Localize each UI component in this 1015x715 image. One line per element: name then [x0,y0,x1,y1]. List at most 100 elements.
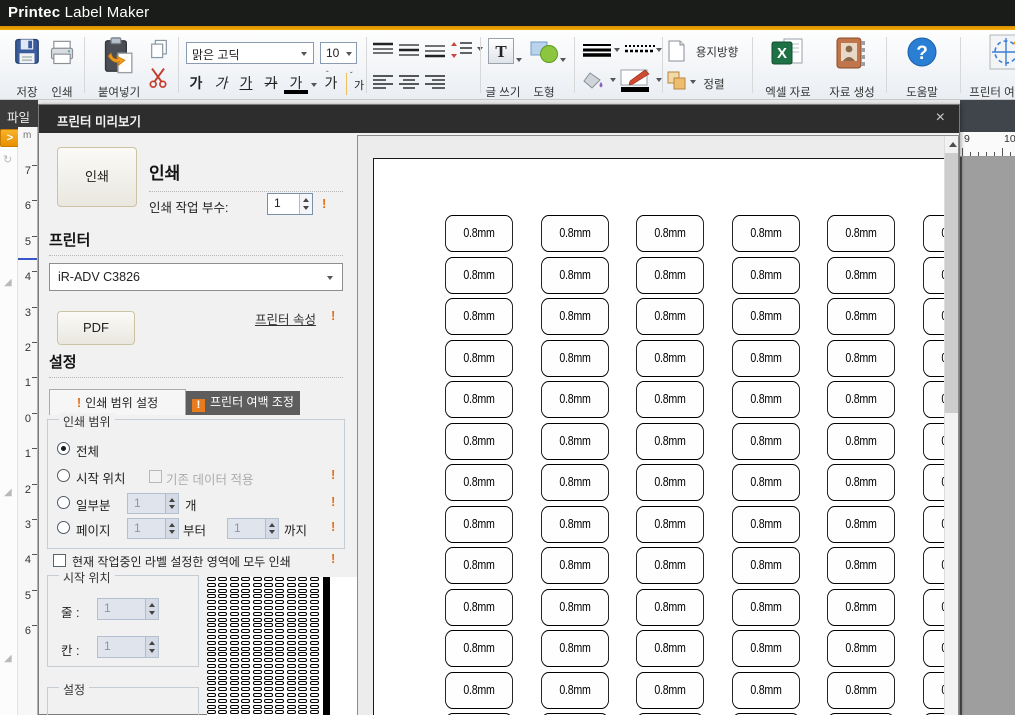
page-from-spinner: 1 [127,518,179,539]
pdf-button[interactable]: PDF [57,311,135,345]
spinner-arrows-icon [165,494,178,513]
label-cell: 0.8mm [827,215,895,252]
valign-bottom-icon[interactable] [424,42,446,63]
ruler-number: 2 [18,342,31,354]
paste-icon[interactable] [100,36,136,81]
excel-icon[interactable]: X [770,36,806,75]
radio-start-position[interactable] [57,469,70,482]
tab-print-range[interactable]: !인쇄 범위 설정 [49,389,186,415]
underline-button[interactable]: 가 [234,73,258,96]
settings-group-label: 설정 [59,681,89,698]
cut-scissors-icon[interactable] [146,64,170,95]
font-name-value: 맑은 고딕 [192,46,240,63]
fill-color-icon[interactable] [582,70,608,97]
print-icon[interactable] [48,38,76,73]
spinner-arrows-icon[interactable] [299,194,312,214]
bold-button[interactable]: 가 [184,73,208,96]
svg-text:X: X [777,45,787,62]
help-button[interactable]: 도움말 [896,84,948,100]
label-cell: 0.8mm [445,672,513,709]
label-cell: 0.8mm [732,298,800,335]
radio-page[interactable] [57,521,70,534]
label-cell: 0.8mm [541,547,609,584]
arrange-icon[interactable] [666,70,688,97]
alert-mark: ! [331,308,335,323]
print-button[interactable]: 인쇄 [44,84,80,100]
label-cell: 0.8mm [445,423,513,460]
partial-count-spinner: 1 [127,493,179,514]
printer-margin-button[interactable]: 프린터 여 [964,84,1015,100]
chevron-down-icon [327,276,333,280]
arrange-button[interactable]: 정렬 [698,76,730,92]
copy-icon[interactable] [148,38,170,65]
main-toolbar: 저장 인쇄 붙여넣기 맑은 고딕 10 가 가 가 가 [0,30,1015,100]
valign-middle-icon[interactable] [398,42,420,63]
align-center-icon[interactable] [398,74,420,95]
excel-data-button[interactable]: 엑셀 자료 [758,84,818,100]
label-cell: 0.8mm [732,464,800,501]
data-create-button[interactable]: 자료 생성 [820,84,884,100]
paper-orientation-icon[interactable] [668,40,686,67]
valign-top-icon[interactable] [372,42,394,63]
label-cell: 0.8mm [827,506,895,543]
ruler-number: 1 [18,448,31,460]
file-tab[interactable]: 파일 [7,107,30,126]
write-text-button[interactable]: 글 쓰기 [480,84,526,100]
label-cell: 0.8mm [445,215,513,252]
printer-margin-icon[interactable] [986,34,1015,75]
preview-scrollbar[interactable] [944,136,959,715]
font-name-select[interactable]: 맑은 고딕 [186,42,314,64]
sidebar-expand-button[interactable]: > [0,129,20,147]
scrollbar-thumb[interactable] [945,153,959,413]
align-right-icon[interactable] [424,74,446,95]
paper-orientation-button[interactable]: 용지방향 [688,44,746,60]
scrollbar-up-icon[interactable] [945,136,959,153]
label-cell: 0.8mm [541,381,609,418]
line-style-icon[interactable] [624,42,656,63]
sheet-mini-preview-bar [323,577,330,715]
save-icon[interactable] [12,36,42,73]
ruler-number: 4 [18,554,31,566]
line-spacing-icon[interactable] [450,40,476,65]
copies-spinner[interactable]: 1 [267,193,313,215]
ruler-number: 0 [18,413,31,425]
print-execute-button[interactable]: 인쇄 [57,147,137,207]
label-cell: 0.8mm [636,630,704,667]
strikethrough-button[interactable]: 가 [259,73,283,96]
label-cell: 0.8mm [636,672,704,709]
line-thickness-icon[interactable] [582,42,612,63]
dialog-titlebar[interactable]: 프린터 미리보기 × [39,105,959,133]
label-cell: 0.8mm [827,423,895,460]
shape-button[interactable]: 도형 [524,84,564,100]
align-left-icon[interactable] [372,74,394,95]
shape-tool-icon[interactable] [530,40,560,69]
border-color-icon[interactable] [620,69,654,98]
help-icon[interactable]: ? [906,36,938,73]
tab-printer-margin[interactable]: !프린터 여백 조정 [186,391,300,415]
italic-button[interactable]: 가 [209,73,233,96]
paste-button[interactable]: 붙여넣기 [88,84,150,100]
printer-properties-link[interactable]: 프린터 속성 [255,309,316,328]
alert-mark: ! [331,519,335,534]
label-cell: 0.8mm [732,215,800,252]
label-cell: 0.8mm [445,506,513,543]
font-color-button[interactable]: 가 [284,73,308,94]
label-cell: 0.8mm [732,672,800,709]
label-cell: 0.8mm [541,298,609,335]
chevron-down-icon [610,78,616,82]
font-size-select[interactable]: 10 [320,42,357,64]
tab-printer-margin-label: 프린터 여백 조정 [210,395,294,409]
radio-partial[interactable] [57,496,70,509]
text-tool-icon[interactable]: T [488,38,514,64]
label-cell: 0.8mm [445,381,513,418]
superscript-button[interactable]: 가 [320,73,342,96]
chevron-down-icon [311,83,317,87]
radio-all-label: 전체 [76,441,99,460]
address-book-icon[interactable] [834,36,868,75]
checkbox-existing-data-label: 기존 데이터 적용 [166,469,253,488]
refresh-icon[interactable]: ↻ [3,153,12,166]
close-icon[interactable]: × [932,109,949,127]
printer-select[interactable]: iR-ADV C3826 [49,263,343,291]
checkbox-print-all-area[interactable] [53,554,66,567]
radio-all[interactable] [57,442,70,455]
